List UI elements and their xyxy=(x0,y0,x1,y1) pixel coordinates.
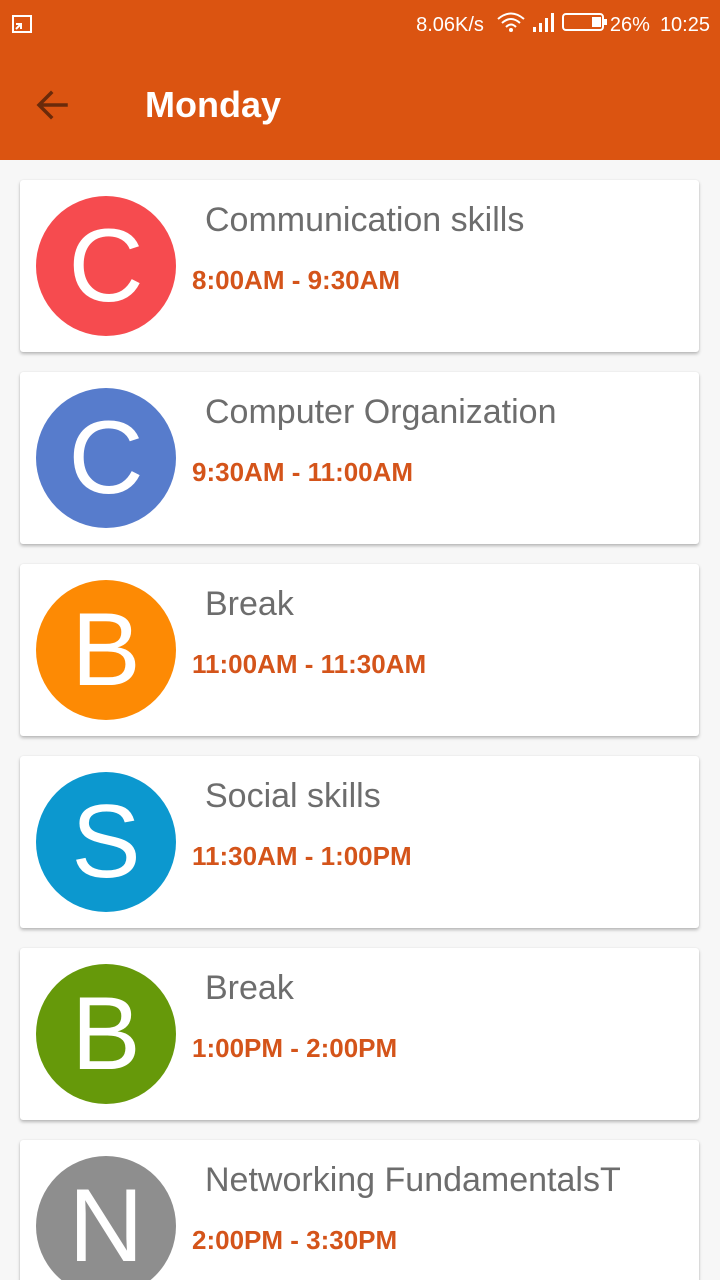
time-range: 1:00PM - 2:00PM xyxy=(192,1033,398,1063)
letter-avatar: C xyxy=(36,196,176,336)
schedule-card[interactable]: C Communication skills 8:00AM - 9:30AM xyxy=(20,180,699,352)
back-button[interactable] xyxy=(30,83,74,127)
status-time: 10:25 xyxy=(659,13,710,36)
screen-cast-icon xyxy=(12,14,32,34)
letter-avatar: C xyxy=(36,388,176,528)
time-range: 11:00AM - 11:30AM xyxy=(192,649,427,679)
subject-name: Networking FundamentalsT xyxy=(205,1161,621,1199)
net-speed: 8.06K/s xyxy=(416,13,484,36)
schedule-card[interactable]: N Networking FundamentalsT 2:00PM - 3:30… xyxy=(20,1140,699,1280)
schedule-card[interactable]: B Break 1:00PM - 2:00PM xyxy=(20,948,699,1120)
letter-avatar: B xyxy=(36,964,176,1104)
subject-name: Social skills xyxy=(205,777,381,815)
subject-name: Break xyxy=(205,585,294,623)
signal-bars-icon xyxy=(532,11,556,39)
subject-name: Break xyxy=(205,969,294,1007)
schedule-list: C Communication skills 8:00AM - 9:30AM C… xyxy=(0,160,720,1280)
status-bar: 8.06K/s 26% 10:25 xyxy=(0,0,720,50)
subject-name: Communication skills xyxy=(205,201,525,239)
time-range: 2:00PM - 3:30PM xyxy=(192,1225,398,1255)
schedule-card[interactable]: B Break 11:00AM - 11:30AM xyxy=(20,564,699,736)
battery-percent: 26% xyxy=(609,13,650,36)
page-title: Monday xyxy=(145,84,282,125)
app-bar: Monday xyxy=(0,50,720,160)
time-range: 9:30AM - 11:00AM xyxy=(192,457,414,487)
letter-avatar: S xyxy=(36,772,176,912)
subject-name: Computer Organization xyxy=(205,393,557,431)
time-range: 8:00AM - 9:30AM xyxy=(192,265,401,295)
wifi-icon xyxy=(496,11,526,39)
schedule-card[interactable]: S Social skills 11:30AM - 1:00PM xyxy=(20,756,699,928)
letter-avatar: N xyxy=(36,1156,176,1280)
battery-icon xyxy=(561,11,608,39)
time-range: 11:30AM - 1:00PM xyxy=(192,841,412,871)
status-indicators: 8.06K/s 26% 10:25 xyxy=(416,0,710,50)
schedule-card[interactable]: C Computer Organization 9:30AM - 11:00AM xyxy=(20,372,699,544)
letter-avatar: B xyxy=(36,580,176,720)
arrow-back-icon xyxy=(30,90,74,131)
